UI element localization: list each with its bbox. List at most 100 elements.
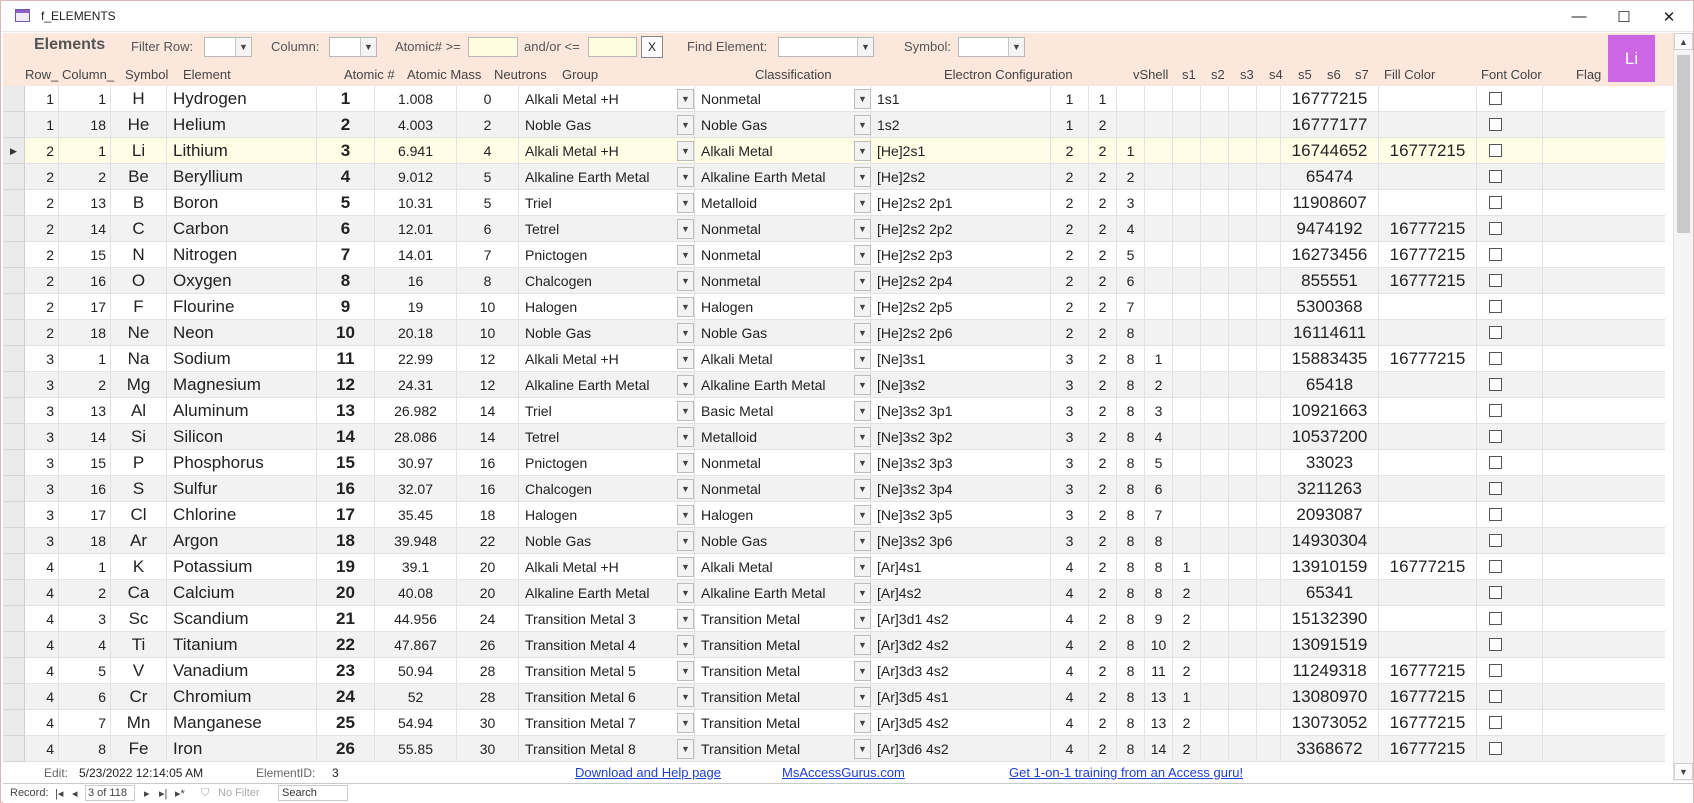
cell-electron-config[interactable]: [He]2s2 2p6 [871, 320, 1051, 346]
search-input[interactable]: Search [278, 785, 348, 801]
cell-electron-config[interactable]: [Ar]4s1 [871, 554, 1051, 580]
flag-checkbox[interactable] [1489, 690, 1502, 703]
filter-row-combo[interactable]: ▼ [204, 37, 252, 57]
cell-classification[interactable]: Alkaline Earth Metal [695, 164, 871, 190]
cell-fill-color[interactable]: 16744652 [1281, 138, 1379, 164]
chevron-down-icon[interactable]: ▼ [677, 323, 694, 343]
cell-atomic-number[interactable]: 20 [317, 580, 375, 606]
cell-atomic-mass[interactable]: 24.31 [375, 372, 457, 398]
cell-symbol[interactable]: Li [111, 138, 167, 164]
cell-s1[interactable]: 2 [1089, 554, 1117, 580]
cell-s2[interactable]: 8 [1117, 450, 1145, 476]
cell-s5[interactable] [1201, 684, 1229, 710]
cell-symbol[interactable]: Sc [111, 606, 167, 632]
cell-group[interactable]: Noble Gas [519, 320, 695, 346]
chevron-down-icon[interactable]: ▼ [677, 609, 694, 629]
vertical-scrollbar[interactable]: ▲ ▼ [1673, 33, 1693, 781]
cell-s5[interactable] [1201, 86, 1229, 112]
cell-fill-color[interactable]: 10537200 [1281, 424, 1379, 450]
cell-s3[interactable]: 7 [1145, 502, 1173, 528]
table-row[interactable]: 2 13 B Boron 5 10.31 5 Triel Metalloid [He]2s2 2p… [3, 190, 1665, 216]
cell-column[interactable]: 4 [59, 632, 111, 658]
flag-checkbox[interactable] [1489, 118, 1502, 131]
cell-s2[interactable] [1117, 86, 1145, 112]
cell-group[interactable]: Alkali Metal +H [519, 346, 695, 372]
cell-group[interactable]: Alkali Metal +H [519, 554, 695, 580]
cell-s6[interactable] [1229, 294, 1257, 320]
flag-checkbox[interactable] [1489, 274, 1502, 287]
chevron-down-icon[interactable]: ▼ [677, 141, 694, 161]
cell-s2[interactable]: 8 [1117, 528, 1145, 554]
scroll-down-icon[interactable]: ▼ [1674, 763, 1693, 780]
cell-s2[interactable]: 8 [1117, 424, 1145, 450]
cell-s5[interactable] [1201, 242, 1229, 268]
cell-s6[interactable] [1229, 216, 1257, 242]
cell-s4[interactable] [1173, 346, 1201, 372]
cell-s4[interactable] [1173, 164, 1201, 190]
cell-s1[interactable]: 2 [1089, 320, 1117, 346]
cell-atomic-number[interactable]: 9 [317, 294, 375, 320]
cell-column[interactable]: 14 [59, 216, 111, 242]
cell-neutrons[interactable]: 16 [457, 450, 519, 476]
cell-classification[interactable]: Nonmetal [695, 86, 871, 112]
cell-s5[interactable] [1201, 450, 1229, 476]
cell-font-color[interactable]: 16777215 [1379, 242, 1477, 268]
cell-vshell[interactable]: 4 [1051, 684, 1089, 710]
cell-atomic-number[interactable]: 10 [317, 320, 375, 346]
cell-group[interactable]: Noble Gas [519, 528, 695, 554]
cell-symbol[interactable]: Mn [111, 710, 167, 736]
chevron-down-icon[interactable]: ▼ [854, 89, 871, 109]
col-header-s6[interactable]: s6 [1327, 67, 1341, 82]
table-row[interactable]: 4 3 Sc Scandium 21 44.956 24 Transition Metal 3… [3, 606, 1665, 632]
cell-s4[interactable] [1173, 398, 1201, 424]
cell-atomic-mass[interactable]: 30.97 [375, 450, 457, 476]
cell-electron-config[interactable]: [Ne]3s2 3p3 [871, 450, 1051, 476]
table-row[interactable]: 3 17 Cl Chlorine 17 35.45 18 Halogen Halogen [Ne]… [3, 502, 1665, 528]
col-header-s1[interactable]: s1 [1182, 67, 1196, 82]
chevron-down-icon[interactable]: ▼ [854, 167, 871, 187]
cell-symbol[interactable]: Al [111, 398, 167, 424]
cell-s6[interactable] [1229, 684, 1257, 710]
cell-font-color[interactable] [1379, 320, 1477, 346]
chevron-down-icon[interactable]: ▼ [854, 349, 871, 369]
cell-font-color[interactable]: 16777215 [1379, 268, 1477, 294]
record-selector[interactable] [3, 606, 25, 632]
cell-s4[interactable]: 2 [1173, 632, 1201, 658]
cell-s3[interactable]: 1 [1145, 346, 1173, 372]
chevron-down-icon[interactable]: ▼ [854, 609, 871, 629]
cell-fill-color[interactable]: 16273456 [1281, 242, 1379, 268]
cell-vshell[interactable]: 2 [1051, 320, 1089, 346]
chevron-down-icon[interactable]: ▼ [677, 271, 694, 291]
scroll-thumb[interactable] [1677, 55, 1690, 233]
chevron-down-icon[interactable]: ▼ [1008, 38, 1024, 56]
cell-s7[interactable] [1257, 346, 1281, 372]
cell-atomic-number[interactable]: 13 [317, 398, 375, 424]
cell-element[interactable]: Neon [167, 320, 317, 346]
cell-column[interactable]: 7 [59, 710, 111, 736]
cell-column[interactable]: 8 [59, 736, 111, 762]
cell-classification[interactable]: Alkaline Earth Metal [695, 372, 871, 398]
cell-s1[interactable]: 2 [1089, 294, 1117, 320]
table-row[interactable]: 3 18 Ar Argon 18 39.948 22 Noble Gas Noble Gas [N… [3, 528, 1665, 554]
record-selector[interactable] [3, 164, 25, 190]
cell-atomic-number[interactable]: 25 [317, 710, 375, 736]
cell-row[interactable]: 4 [25, 606, 59, 632]
site-link[interactable]: MsAccessGurus.com [782, 765, 905, 780]
cell-s7[interactable] [1257, 190, 1281, 216]
cell-atomic-number[interactable]: 7 [317, 242, 375, 268]
cell-group[interactable]: Transition Metal 6 [519, 684, 695, 710]
cell-fill-color[interactable]: 13910159 [1281, 554, 1379, 580]
filter-status[interactable]: No Filter [218, 787, 260, 799]
cell-s2[interactable]: 8 [1117, 320, 1145, 346]
col-header-s5[interactable]: s5 [1298, 67, 1312, 82]
cell-s5[interactable] [1201, 268, 1229, 294]
cell-s2[interactable]: 3 [1117, 190, 1145, 216]
cell-row[interactable]: 3 [25, 372, 59, 398]
chevron-down-icon[interactable]: ▼ [854, 323, 871, 343]
cell-font-color[interactable] [1379, 398, 1477, 424]
table-row[interactable]: 3 1 Na Sodium 11 22.99 12 Alkali Metal +H Alkali… [3, 346, 1665, 372]
cell-neutrons[interactable]: 16 [457, 476, 519, 502]
cell-column[interactable]: 13 [59, 398, 111, 424]
cell-neutrons[interactable]: 18 [457, 502, 519, 528]
cell-s3[interactable]: 14 [1145, 736, 1173, 762]
